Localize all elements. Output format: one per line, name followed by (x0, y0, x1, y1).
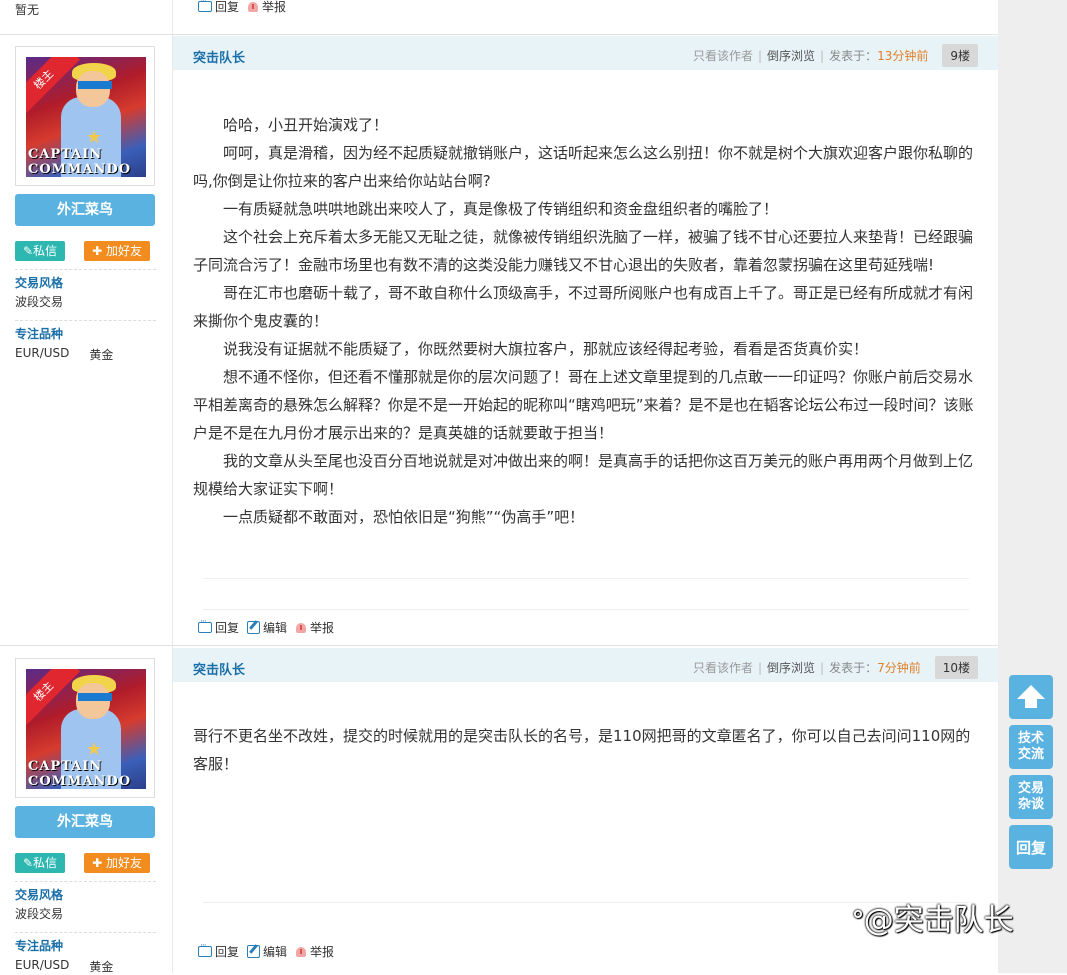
report-icon (295, 621, 307, 634)
avatar-image: ★ CAPTAIN COMMANDO 楼主 (26, 669, 146, 789)
post-paragraph: 我的文章从头至尾也没百分百地说就是对冲做出来的啊！是真高手的话把你这百万美元的账… (193, 452, 974, 498)
post-2-header: 突击队长 只看该作者 | 倒序浏览 | 发表于： 7分钟前 10楼 (173, 648, 998, 682)
edit-icon (247, 621, 261, 634)
post-paragraph: 说我没有证据就不能质疑了，你既然要树大旗拉客户，那就应该经得起考验，看看是否货真… (223, 340, 869, 358)
focus-item: 黄金 (89, 348, 114, 362)
focus-item: 黄金 (89, 960, 114, 974)
private-message-button[interactable]: ✎私信 (15, 241, 66, 261)
post-time: 7分钟前 (877, 661, 921, 675)
post-time: 13分钟前 (877, 49, 929, 63)
avatar-caption: CAPTAIN COMMANDO (28, 147, 132, 177)
post-meta: 只看该作者 | 倒序浏览 | 发表于： 7分钟前 10楼 (693, 656, 978, 679)
trading-style-value: 波段交易 (15, 295, 64, 309)
trading-style-label: 交易风格 (15, 888, 64, 902)
trade-chat-button[interactable]: 交易杂谈 (1009, 775, 1053, 819)
edit-action[interactable]: 编辑 (247, 619, 287, 636)
user-avatar[interactable]: ★ CAPTAIN COMMANDO 楼主 (15, 46, 155, 186)
post-paragraph: 呵呵，真是滑稽，因为经不起质疑就撤销账户，这话听起来怎么这么别扭！你不就是树个大… (193, 144, 974, 190)
posted-label: 发表于： (829, 661, 878, 675)
arrow-up-icon (1009, 675, 1053, 719)
prev-post-actions: 回复 举报 (198, 0, 286, 15)
post-1-actions: 回复 编辑 举报 (198, 617, 334, 636)
trading-style-label: 交易风格 (15, 276, 64, 290)
post-author[interactable]: 突击队长 (193, 47, 245, 66)
report-icon (295, 945, 307, 958)
reply-action[interactable]: 回复 (198, 941, 239, 960)
floor-badge: 9楼 (942, 44, 978, 67)
post-separator (0, 34, 998, 35)
private-message-button[interactable]: ✎私信 (15, 853, 66, 873)
user-avatar[interactable]: ★ CAPTAIN COMMANDO 楼主 (15, 658, 155, 798)
float-reply-button[interactable]: 回复 (1009, 825, 1053, 869)
floor-badge: 10楼 (934, 656, 978, 679)
post-separator (0, 645, 998, 646)
post-2-user-card: ★ CAPTAIN COMMANDO 楼主 外汇菜鸟 ✎私信 ✚ 加好友 交易风… (15, 658, 156, 975)
focus-label: 专注品种 (15, 939, 64, 953)
user-name-button[interactable]: 外汇菜鸟 (15, 806, 155, 838)
add-friend-button[interactable]: ✚ 加好友 (84, 853, 150, 873)
post-paragraph: 一有质疑就急哄哄地跳出来咬人了，真是像极了传销组织和资金盘组织者的嘴脸了！ (223, 200, 779, 218)
weibo-icon: ᐤ (852, 903, 864, 938)
focus-item: EUR/USD (15, 958, 70, 972)
reply-action[interactable]: 回复 (198, 617, 239, 636)
only-author-link[interactable]: 只看该作者 (693, 47, 753, 64)
post-paragraph: 哥在汇市也磨砺十载了，哥不敢自称什么顶级高手，不过哥所阅账户也有成百上千了。哥正… (193, 284, 974, 330)
watermark: ᐤ@突击队长 (852, 903, 1014, 938)
content-divider (203, 578, 969, 579)
post-paragraph: 一点质疑都不敢面对，恐怕依旧是“狗熊”“伪高手”吧！ (223, 508, 585, 526)
tech-exchange-button[interactable]: 技术交流 (1009, 725, 1053, 769)
post-1-body: 哈哈，小丑开始演戏了！ 呵呵，真是滑稽，因为经不起质疑就撤销账户，这话听起来怎么… (193, 111, 978, 531)
add-friend-button[interactable]: ✚ 加好友 (84, 241, 150, 261)
focus-label: 专注品种 (15, 327, 64, 341)
prev-reply-action[interactable]: 回复 (198, 0, 239, 15)
back-to-top-button[interactable] (1009, 675, 1053, 719)
edit-icon (247, 945, 261, 958)
reply-icon (198, 0, 212, 12)
post-author[interactable]: 突击队长 (193, 659, 245, 678)
reverse-order-link[interactable]: 倒序浏览 (767, 47, 815, 64)
avatar-image: ★ CAPTAIN COMMANDO 楼主 (26, 57, 146, 177)
prev-report-action[interactable]: 举报 (247, 0, 286, 15)
reply-icon (198, 617, 212, 633)
post-paragraph: 这个社会上充斥着太多无能又无耻之徒，就像被传销组织洗脑了一样，被骗了钱不甘心还要… (193, 228, 974, 274)
user-name-button[interactable]: 外汇菜鸟 (15, 194, 155, 226)
report-action[interactable]: 举报 (295, 943, 334, 960)
post-meta: 只看该作者 | 倒序浏览 | 发表于： 13分钟前 9楼 (693, 44, 978, 67)
post-2-body: 哥行不更名坐不改姓，提交的时候就用的是突击队长的名号，是110网把哥的文章匿名了… (193, 722, 978, 778)
reply-icon (198, 941, 212, 957)
post-paragraph: 哥行不更名坐不改姓，提交的时候就用的是突击队长的名号，是110网把哥的文章匿名了… (193, 727, 971, 773)
edit-action[interactable]: 编辑 (247, 943, 287, 960)
only-author-link[interactable]: 只看该作者 (693, 659, 753, 676)
report-icon (247, 0, 259, 13)
avatar-caption: CAPTAIN COMMANDO (28, 759, 132, 789)
post-2-actions: 回复 编辑 举报 (198, 941, 334, 960)
posted-label: 发表于： (829, 49, 878, 63)
post-1-header: 突击队长 只看该作者 | 倒序浏览 | 发表于： 13分钟前 9楼 (173, 36, 998, 70)
focus-item: EUR/USD (15, 346, 70, 360)
post-paragraph: 哈哈，小丑开始演戏了！ (223, 116, 389, 134)
report-action[interactable]: 举报 (295, 619, 334, 636)
trading-style-value: 波段交易 (15, 907, 64, 921)
post-1-user-card: ★ CAPTAIN COMMANDO 楼主 外汇菜鸟 ✎私信 ✚ 加好友 交易风… (15, 46, 156, 363)
post-paragraph: 想不通不怪你，但还看不懂那就是你的层次问题了！哥在上述文章里提到的几点敢一一印证… (193, 368, 974, 442)
prev-user-status: 暂无 (15, 3, 40, 17)
reverse-order-link[interactable]: 倒序浏览 (767, 659, 815, 676)
content-divider (203, 609, 969, 610)
